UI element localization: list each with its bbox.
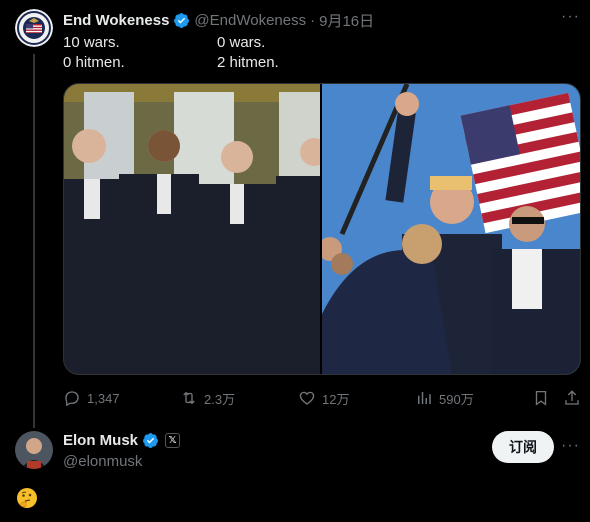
views-button[interactable]: 590万	[415, 389, 474, 408]
reply-count: 1,347	[87, 390, 120, 406]
text-line: 2 hitmen.	[217, 54, 279, 71]
post-date[interactable]: 9月16日	[319, 10, 374, 31]
avatar[interactable]	[15, 431, 53, 469]
display-name[interactable]: End Wokeness	[63, 12, 169, 29]
text-line: 0 hitmen.	[63, 54, 125, 71]
repost-button[interactable]: 2.3万	[180, 389, 235, 408]
share-icon	[565, 390, 579, 405]
repost-icon	[183, 391, 195, 405]
verified-badge-icon	[142, 432, 159, 449]
media-grid	[63, 83, 581, 375]
text-column-left: 10 wars. 0 hitmen.	[63, 33, 125, 73]
reply-icon	[65, 391, 79, 407]
text-line: 10 wars.	[63, 34, 120, 51]
bookmark-button[interactable]	[532, 389, 556, 407]
x-affiliation-icon[interactable]: 𝕏	[165, 433, 181, 448]
profile-photo-icon	[15, 431, 53, 469]
display-name[interactable]: Elon Musk	[63, 432, 138, 449]
verified-badge-icon	[173, 12, 190, 29]
repost-count: 2.3万	[204, 391, 236, 407]
view-count: 590万	[439, 391, 474, 407]
more-options-icon[interactable]: ···	[561, 437, 580, 455]
thinking-face-icon	[17, 488, 37, 508]
flag-seal-icon	[15, 9, 53, 47]
post-header: Elon Musk 𝕏	[63, 432, 181, 449]
text-column-right: 0 wars. 2 hitmen.	[217, 33, 279, 73]
more-options-icon[interactable]: ···	[561, 8, 580, 26]
rally-photo[interactable]	[322, 84, 580, 374]
avatar[interactable]	[15, 9, 53, 47]
four-presidents-photo[interactable]	[64, 84, 320, 374]
thread-connector-line	[33, 54, 35, 428]
text-line: 0 wars.	[217, 34, 266, 51]
post-header: End Wokeness @EndWokeness · 9月16日	[63, 10, 374, 31]
share-button[interactable]	[563, 389, 587, 407]
heart-icon	[299, 391, 315, 405]
bookmark-icon	[535, 390, 547, 406]
user-handle[interactable]: @elonmusk	[63, 453, 142, 470]
separator-dot: ·	[310, 12, 316, 29]
reply-button[interactable]: 1,347	[63, 389, 120, 407]
views-chart-icon	[418, 392, 431, 404]
user-handle[interactable]: @EndWokeness	[194, 12, 306, 29]
like-button[interactable]: 12万	[298, 389, 349, 408]
post-action-bar: 1,347 2.3万 12万 590万	[63, 388, 588, 408]
thinking-face-emoji	[16, 487, 38, 509]
subscribe-button[interactable]: 订阅	[492, 431, 554, 463]
like-count: 12万	[322, 391, 350, 407]
